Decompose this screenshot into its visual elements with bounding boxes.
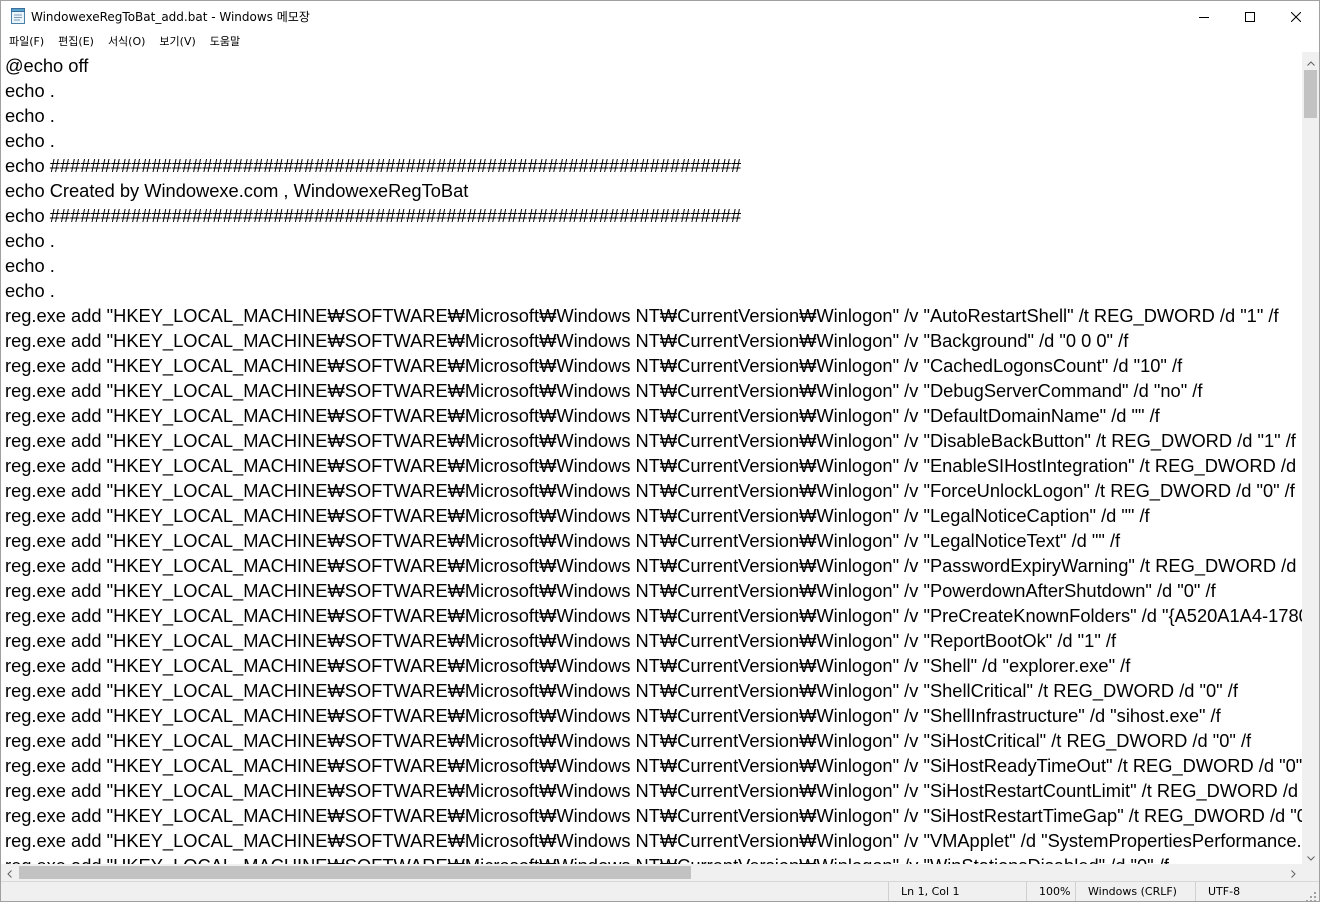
text-line[interactable]: reg.exe add "HKEY_LOCAL_MACHINE₩SOFTWARE… bbox=[5, 653, 1130, 678]
maximize-icon bbox=[1245, 7, 1255, 26]
scroll-right-button[interactable] bbox=[1285, 864, 1302, 881]
text-line[interactable]: echo Created by Windowexe.com , Windowex… bbox=[5, 178, 468, 203]
text-line[interactable]: echo . bbox=[5, 228, 55, 253]
chevron-up-icon bbox=[1306, 51, 1315, 70]
text-editor[interactable]: @echo off echo . echo . echo . echo ########… bbox=[1, 52, 1302, 864]
text-line[interactable]: reg.exe add "HKEY_LOCAL_MACHINE₩SOFTWARE… bbox=[5, 803, 1302, 828]
encoding: UTF-8 bbox=[1195, 882, 1240, 901]
text-line[interactable]: reg.exe add "HKEY_LOCAL_MACHINE₩SOFTWARE… bbox=[5, 778, 1302, 803]
text-line[interactable]: @echo off bbox=[5, 53, 88, 78]
close-icon bbox=[1290, 7, 1302, 26]
text-line[interactable]: reg.exe add "HKEY_LOCAL_MACHINE₩SOFTWARE… bbox=[5, 853, 1169, 864]
line-ending: Windows (CRLF) bbox=[1075, 882, 1177, 901]
window-title: WindowexeRegToBat_add.bat - Windows 메모장 bbox=[31, 10, 310, 24]
scrollbar-corner bbox=[1302, 864, 1319, 881]
text-line[interactable]: reg.exe add "HKEY_LOCAL_MACHINE₩SOFTWARE… bbox=[5, 753, 1302, 778]
text-line[interactable]: reg.exe add "HKEY_LOCAL_MACHINE₩SOFTWARE… bbox=[5, 503, 1150, 528]
vertical-scrollbar[interactable] bbox=[1302, 52, 1319, 864]
text-line[interactable]: reg.exe add "HKEY_LOCAL_MACHINE₩SOFTWARE… bbox=[5, 553, 1302, 578]
text-line[interactable]: reg.exe add "HKEY_LOCAL_MACHINE₩SOFTWARE… bbox=[5, 628, 1116, 653]
notepad-icon[interactable] bbox=[11, 8, 25, 24]
text-line[interactable]: reg.exe add "HKEY_LOCAL_MACHINE₩SOFTWARE… bbox=[5, 378, 1202, 403]
chevron-left-icon bbox=[7, 863, 12, 882]
minimize-icon bbox=[1199, 7, 1209, 26]
text-line[interactable]: reg.exe add "HKEY_LOCAL_MACHINE₩SOFTWARE… bbox=[5, 353, 1182, 378]
status-bar: Ln 1, Col 1 100% Windows (CRLF) UTF-8 bbox=[1, 881, 1319, 901]
resize-grip-icon[interactable] bbox=[1305, 888, 1317, 901]
text-line[interactable]: echo . bbox=[5, 278, 55, 303]
chevron-right-icon bbox=[1291, 863, 1296, 882]
text-line[interactable]: reg.exe add "HKEY_LOCAL_MACHINE₩SOFTWARE… bbox=[5, 678, 1238, 703]
notepad-window: WindowexeRegToBat_add.bat - Windows 메모장 … bbox=[0, 0, 1320, 902]
scroll-up-button[interactable] bbox=[1302, 52, 1319, 69]
text-line[interactable]: reg.exe add "HKEY_LOCAL_MACHINE₩SOFTWARE… bbox=[5, 703, 1221, 728]
text-line[interactable]: reg.exe add "HKEY_LOCAL_MACHINE₩SOFTWARE… bbox=[5, 828, 1302, 853]
menu-help[interactable]: 도움말 bbox=[203, 32, 247, 52]
text-line[interactable]: echo . bbox=[5, 253, 55, 278]
zoom-level: 100% bbox=[1026, 882, 1070, 901]
scroll-left-button[interactable] bbox=[1, 864, 18, 881]
vertical-scroll-thumb[interactable] bbox=[1304, 70, 1317, 118]
text-line[interactable]: reg.exe add "HKEY_LOCAL_MACHINE₩SOFTWARE… bbox=[5, 528, 1120, 553]
menu-file[interactable]: 파일(F) bbox=[1, 32, 51, 52]
horizontal-scrollbar[interactable] bbox=[1, 864, 1302, 881]
text-line[interactable]: reg.exe add "HKEY_LOCAL_MACHINE₩SOFTWARE… bbox=[5, 428, 1296, 453]
horizontal-scroll-thumb[interactable] bbox=[19, 866, 691, 879]
text-line[interactable]: reg.exe add "HKEY_LOCAL_MACHINE₩SOFTWARE… bbox=[5, 303, 1279, 328]
scroll-down-button[interactable] bbox=[1302, 847, 1319, 864]
text-line[interactable]: reg.exe add "HKEY_LOCAL_MACHINE₩SOFTWARE… bbox=[5, 603, 1302, 628]
text-line[interactable]: echo ###################################… bbox=[5, 203, 741, 228]
menu-bar: 파일(F) 편집(E) 서식(O) 보기(V) 도움말 bbox=[1, 32, 1319, 52]
maximize-button[interactable] bbox=[1227, 1, 1273, 32]
text-line[interactable]: echo ###################################… bbox=[5, 153, 741, 178]
menu-edit[interactable]: 편집(E) bbox=[51, 32, 101, 52]
text-line[interactable]: reg.exe add "HKEY_LOCAL_MACHINE₩SOFTWARE… bbox=[5, 478, 1295, 503]
text-line[interactable]: echo . bbox=[5, 78, 55, 103]
text-line[interactable]: echo . bbox=[5, 128, 55, 153]
text-line[interactable]: reg.exe add "HKEY_LOCAL_MACHINE₩SOFTWARE… bbox=[5, 728, 1251, 753]
text-line[interactable]: reg.exe add "HKEY_LOCAL_MACHINE₩SOFTWARE… bbox=[5, 328, 1128, 353]
minimize-button[interactable] bbox=[1181, 1, 1227, 32]
cursor-position: Ln 1, Col 1 bbox=[888, 882, 960, 901]
close-button[interactable] bbox=[1273, 1, 1319, 32]
menu-format[interactable]: 서식(O) bbox=[101, 32, 152, 52]
chevron-down-icon bbox=[1306, 846, 1315, 865]
text-line[interactable]: echo . bbox=[5, 103, 55, 128]
menu-view[interactable]: 보기(V) bbox=[152, 32, 202, 52]
title-bar[interactable]: WindowexeRegToBat_add.bat - Windows 메모장 bbox=[1, 1, 1319, 32]
text-line[interactable]: reg.exe add "HKEY_LOCAL_MACHINE₩SOFTWARE… bbox=[5, 578, 1216, 603]
text-line[interactable]: reg.exe add "HKEY_LOCAL_MACHINE₩SOFTWARE… bbox=[5, 453, 1302, 478]
text-line[interactable]: reg.exe add "HKEY_LOCAL_MACHINE₩SOFTWARE… bbox=[5, 403, 1160, 428]
